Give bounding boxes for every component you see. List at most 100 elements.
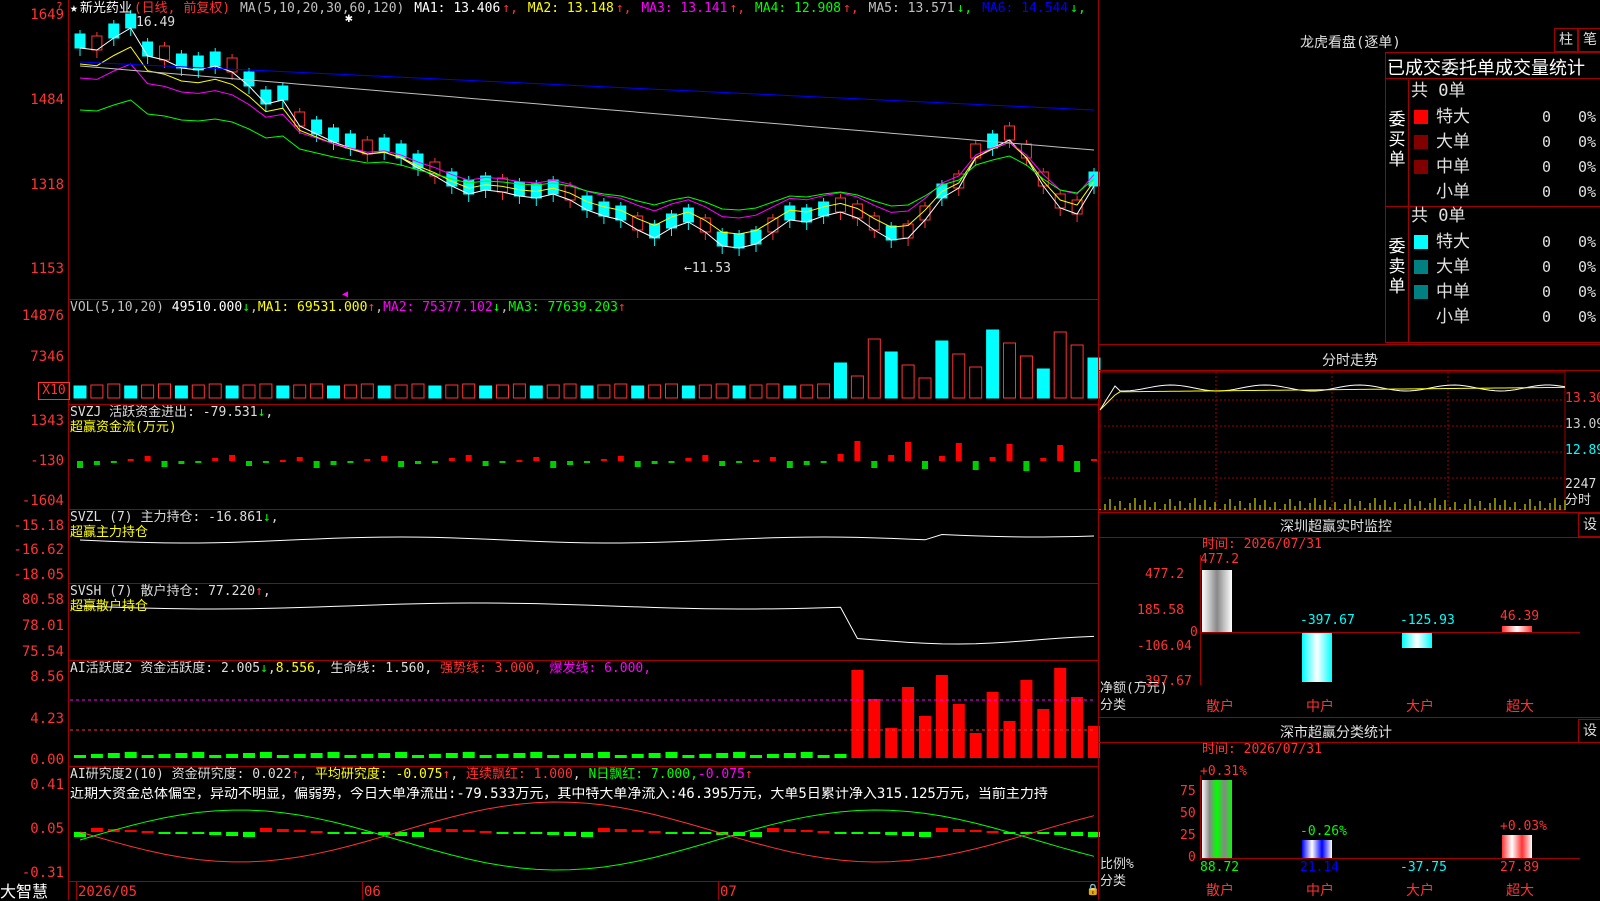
- order-count: 0: [1542, 283, 1552, 301]
- research-bar: [631, 830, 644, 832]
- ma-value: MA1: 13.406: [414, 1, 501, 16]
- research-bar: [614, 829, 627, 832]
- activity-bar: [952, 704, 965, 758]
- flow-bar: [786, 461, 793, 468]
- volume-bar: [107, 383, 121, 399]
- classify-category-label: 分类: [1100, 874, 1127, 889]
- activity-bar: [378, 753, 391, 758]
- activity-bar: [445, 753, 458, 758]
- tick-mode-button[interactable]: 笔: [1578, 28, 1600, 52]
- activity-bar: [1003, 721, 1016, 758]
- activity-bar: [783, 753, 796, 758]
- date-label: 06: [364, 884, 381, 900]
- classify-category: 大户: [1406, 883, 1434, 899]
- menu-icon[interactable]: ?: [56, 0, 63, 14]
- monitor-category-label: 分类: [1100, 698, 1127, 713]
- research-bar: [1054, 832, 1067, 835]
- activity-bar: [581, 753, 593, 758]
- monitor-bar[interactable]: [1202, 570, 1232, 632]
- legend-swatch: [1414, 260, 1428, 274]
- order-type-label: 特大: [1436, 107, 1470, 127]
- monitor-category: 散户: [1206, 699, 1234, 715]
- flow-bar: [651, 461, 658, 464]
- volume-bar: [208, 383, 222, 399]
- volume-bar: [749, 384, 763, 399]
- volume-bar: [360, 383, 374, 399]
- volume-bar: [783, 385, 797, 399]
- classify-bar[interactable]: [1202, 780, 1232, 858]
- volume-bar: [377, 385, 391, 399]
- flow-bar: [110, 461, 117, 463]
- volume-bar: [479, 385, 493, 399]
- activity-bar: [868, 699, 881, 758]
- classify-title: 深市超赢分类统计: [1280, 725, 1392, 741]
- classify-settings-button[interactable]: 设: [1578, 719, 1600, 743]
- legend-swatch: [1414, 310, 1428, 324]
- main-chart-canvas[interactable]: [0, 0, 1600, 900]
- longhu-tabs[interactable]: 已成交委托单成交量统计: [1387, 54, 1600, 80]
- activity-bar: [547, 755, 560, 758]
- research-bar: [259, 828, 272, 832]
- volume-bar: [124, 385, 138, 399]
- order-type-label: 小单: [1436, 182, 1470, 202]
- activity-bar: [1037, 709, 1050, 758]
- star-icon[interactable]: ★: [70, 1, 78, 16]
- lock-icon[interactable]: 🔒: [1086, 883, 1100, 897]
- ma-value: MA3: 13.141: [633, 1, 728, 16]
- candle: [277, 85, 289, 101]
- vol-unit-box[interactable]: X10: [38, 382, 70, 400]
- axis-divider: [68, 0, 69, 900]
- research-bar: [141, 831, 154, 833]
- separator: [1098, 512, 1600, 513]
- classify-bar[interactable]: [1502, 835, 1532, 858]
- candle: [1004, 125, 1015, 141]
- flow-bar: [1074, 461, 1081, 472]
- flow-bar: [161, 461, 168, 467]
- order-type-label: 中单: [1436, 282, 1470, 302]
- volume-bar: [191, 384, 205, 399]
- flow-bar: [465, 455, 472, 461]
- activity-bar: [479, 755, 492, 758]
- monitor-axis-label: 185.58: [1137, 603, 1184, 618]
- candle: [733, 233, 745, 249]
- volume-bar: [462, 383, 476, 399]
- order-type-label: 特大: [1436, 232, 1470, 252]
- monitor-category: 超大: [1506, 699, 1534, 715]
- svzl-axis-label: -15.18: [13, 518, 64, 534]
- classify-value-label: 88.72: [1200, 860, 1240, 875]
- monitor-axis-label: -106.04: [1137, 639, 1192, 654]
- activity-bar: [361, 754, 374, 758]
- monitor-settings-button[interactable]: 设: [1578, 513, 1600, 537]
- ma-header: ★ 新光药业 (日线, 前复权) MA(5,10,20,30,60,120) MA1…: [70, 2, 1090, 16]
- activity-bar: [733, 752, 746, 758]
- ma-value: MA4: 12.908: [747, 1, 842, 16]
- activity-bar: [226, 754, 239, 758]
- order-count: 0: [1542, 258, 1552, 276]
- order-type-label: 中单: [1436, 157, 1470, 177]
- volume-bar: [428, 385, 442, 399]
- flow-bar: [229, 455, 236, 461]
- date-label: 07: [720, 884, 737, 900]
- bar-mode-button[interactable]: 柱: [1554, 28, 1578, 52]
- candle: [125, 13, 137, 29]
- monitor-bar[interactable]: [1302, 632, 1332, 682]
- svzj-axis-label: 1343: [30, 413, 64, 429]
- aiyj-axis-label: 0.05: [30, 821, 64, 837]
- activity-bar: [564, 754, 577, 758]
- monitor-bar[interactable]: [1402, 632, 1432, 648]
- volume-bar: [631, 385, 645, 399]
- monitor-bar-label: -397.67: [1300, 613, 1355, 628]
- aihy-header: AI活跃度2 资金活跃度: 2.005↓,8.556, 生命线: 1.560, …: [70, 661, 652, 676]
- flow-bar: [719, 461, 726, 466]
- classify-bar[interactable]: [1302, 840, 1332, 858]
- classify-axis-label: 0: [1188, 850, 1196, 865]
- stock-name[interactable]: 新光药业: [80, 1, 132, 16]
- monitor-title: 深圳超赢实时监控: [1280, 519, 1392, 535]
- svzj-header: SVZJ 活跃资金进出: -79.531↓,: [70, 405, 274, 420]
- classify-zero-axis: [1200, 858, 1580, 859]
- candle: [260, 89, 272, 105]
- research-bar: [158, 832, 171, 834]
- aiyj-axis-label: -0.31: [21, 865, 64, 881]
- activity-bar: [293, 754, 306, 758]
- stock-mode[interactable]: (日线, 前复权): [134, 1, 230, 16]
